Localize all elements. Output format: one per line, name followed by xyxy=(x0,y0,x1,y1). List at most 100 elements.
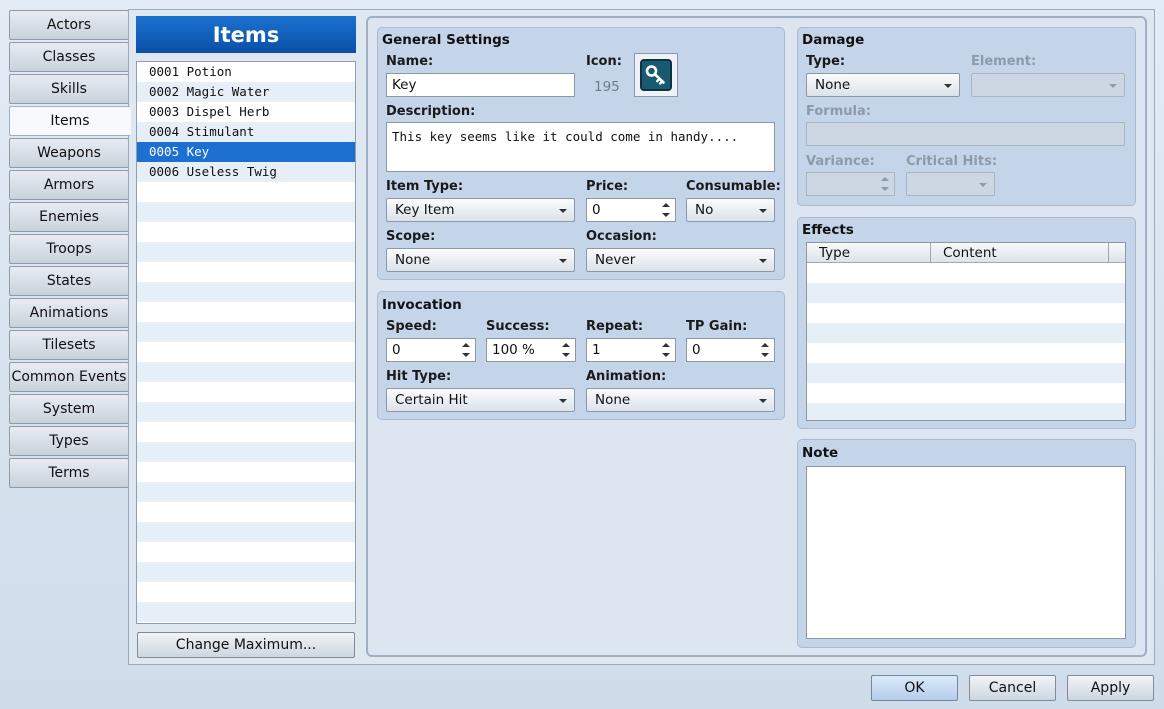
tab-animations[interactable]: Animations xyxy=(9,298,129,328)
tab-classes[interactable]: Classes xyxy=(9,42,129,72)
apply-button[interactable]: Apply xyxy=(1067,675,1154,701)
list-item-empty[interactable] xyxy=(137,602,355,622)
table-row[interactable] xyxy=(807,383,1125,403)
scope-value: None xyxy=(395,252,431,268)
table-row[interactable] xyxy=(807,303,1125,323)
hit-type-select[interactable]: Certain Hit xyxy=(386,388,575,412)
tab-tilesets[interactable]: Tilesets xyxy=(9,330,129,360)
element-select[interactable] xyxy=(971,73,1125,97)
price-spinbox[interactable]: 0 xyxy=(586,198,676,222)
table-row[interactable] xyxy=(807,283,1125,303)
element-label: Element: xyxy=(971,54,1037,69)
effects-table-header: Type Content xyxy=(807,243,1125,263)
name-input[interactable]: Key xyxy=(386,73,575,97)
spin-arrows-icon[interactable] xyxy=(760,341,770,359)
effects-table[interactable]: Type Content xyxy=(806,242,1126,421)
icon-label: Icon: xyxy=(586,54,622,69)
list-item[interactable]: 0001 Potion xyxy=(137,62,355,82)
list-item-empty[interactable] xyxy=(137,182,355,202)
repeat-spinbox[interactable]: 1 xyxy=(586,338,676,362)
tab-system[interactable]: System xyxy=(9,394,129,424)
tab-states[interactable]: States xyxy=(9,266,129,296)
spin-arrows-icon[interactable] xyxy=(880,175,890,193)
spin-arrows-icon[interactable] xyxy=(661,201,671,219)
list-item-empty[interactable] xyxy=(137,462,355,482)
list-item[interactable]: 0003 Dispel Herb xyxy=(137,102,355,122)
description-textarea[interactable]: This key seems like it could come in han… xyxy=(386,122,775,172)
repeat-value: 1 xyxy=(592,342,601,358)
table-row[interactable] xyxy=(807,323,1125,343)
scope-select[interactable]: None xyxy=(386,248,575,272)
list-item-empty[interactable] xyxy=(137,282,355,302)
note-textarea[interactable] xyxy=(806,466,1126,639)
list-item-empty[interactable] xyxy=(137,242,355,262)
table-row[interactable] xyxy=(807,343,1125,363)
variance-label: Variance: xyxy=(806,154,875,169)
damage-type-select[interactable]: None xyxy=(806,73,960,97)
tp-gain-spinbox[interactable]: 0 xyxy=(686,338,775,362)
icon-picker[interactable] xyxy=(634,53,678,97)
list-item[interactable]: 0006 Useless Twig xyxy=(137,162,355,182)
list-item-empty[interactable] xyxy=(137,582,355,602)
list-item[interactable]: 0002 Magic Water xyxy=(137,82,355,102)
tab-terms[interactable]: Terms xyxy=(9,458,129,488)
list-item-empty[interactable] xyxy=(137,362,355,382)
list-item-empty[interactable] xyxy=(137,202,355,222)
tab-troops[interactable]: Troops xyxy=(9,234,129,264)
critical-hits-select[interactable] xyxy=(906,172,995,196)
chevron-down-icon xyxy=(979,183,987,187)
effects-title: Effects xyxy=(802,222,854,238)
variance-spinbox[interactable] xyxy=(806,172,895,196)
list-item[interactable]: 0004 Stimulant xyxy=(137,122,355,142)
spin-arrows-icon[interactable] xyxy=(661,341,671,359)
chevron-down-icon xyxy=(559,399,567,403)
column-header-type[interactable]: Type xyxy=(807,243,931,263)
list-item-empty[interactable] xyxy=(137,402,355,422)
list-item-empty[interactable] xyxy=(137,302,355,322)
formula-input[interactable] xyxy=(806,122,1125,146)
list-item-empty[interactable] xyxy=(137,322,355,342)
list-item-empty[interactable] xyxy=(137,262,355,282)
ok-button[interactable]: OK xyxy=(871,675,958,701)
list-item-empty[interactable] xyxy=(137,482,355,502)
list-item-empty[interactable] xyxy=(137,442,355,462)
list-item-empty[interactable] xyxy=(137,502,355,522)
tab-skills[interactable]: Skills xyxy=(9,74,129,104)
animation-select[interactable]: None xyxy=(586,388,775,412)
invocation-title: Invocation xyxy=(382,297,462,313)
change-maximum-button[interactable]: Change Maximum... xyxy=(137,632,355,658)
list-item-empty[interactable] xyxy=(137,562,355,582)
item-list[interactable]: 0001 Potion 0002 Magic Water 0003 Dispel… xyxy=(136,61,356,624)
list-item-empty[interactable] xyxy=(137,542,355,562)
item-type-select[interactable]: Key Item xyxy=(386,198,575,222)
tab-actors[interactable]: Actors xyxy=(9,10,129,40)
tab-items[interactable]: Items xyxy=(9,106,131,136)
hit-type-value: Certain Hit xyxy=(395,392,468,408)
list-item-empty[interactable] xyxy=(137,522,355,542)
occasion-select[interactable]: Never xyxy=(586,248,775,272)
tab-armors[interactable]: Armors xyxy=(9,170,129,200)
success-spinbox[interactable]: 100 % xyxy=(486,338,576,362)
key-icon xyxy=(640,59,672,91)
list-item-selected[interactable]: 0005 Key xyxy=(137,142,355,162)
tab-enemies[interactable]: Enemies xyxy=(9,202,129,232)
tab-common-events[interactable]: Common Events xyxy=(9,362,129,392)
table-row[interactable] xyxy=(807,263,1125,283)
spin-arrows-icon[interactable] xyxy=(561,341,571,359)
tab-types[interactable]: Types xyxy=(9,426,129,456)
list-item-empty[interactable] xyxy=(137,222,355,242)
consumable-select[interactable]: No xyxy=(686,198,775,222)
chevron-down-icon xyxy=(759,259,767,263)
tab-weapons[interactable]: Weapons xyxy=(9,138,129,168)
table-row[interactable] xyxy=(807,403,1125,420)
damage-title: Damage xyxy=(802,32,865,48)
list-item-empty[interactable] xyxy=(137,342,355,362)
icon-index: 195 xyxy=(594,79,620,95)
spin-arrows-icon[interactable] xyxy=(461,341,471,359)
speed-spinbox[interactable]: 0 xyxy=(386,338,476,362)
list-item-empty[interactable] xyxy=(137,382,355,402)
column-header-content[interactable]: Content xyxy=(931,243,1109,263)
table-row[interactable] xyxy=(807,363,1125,383)
cancel-button[interactable]: Cancel xyxy=(969,675,1056,701)
list-item-empty[interactable] xyxy=(137,422,355,442)
